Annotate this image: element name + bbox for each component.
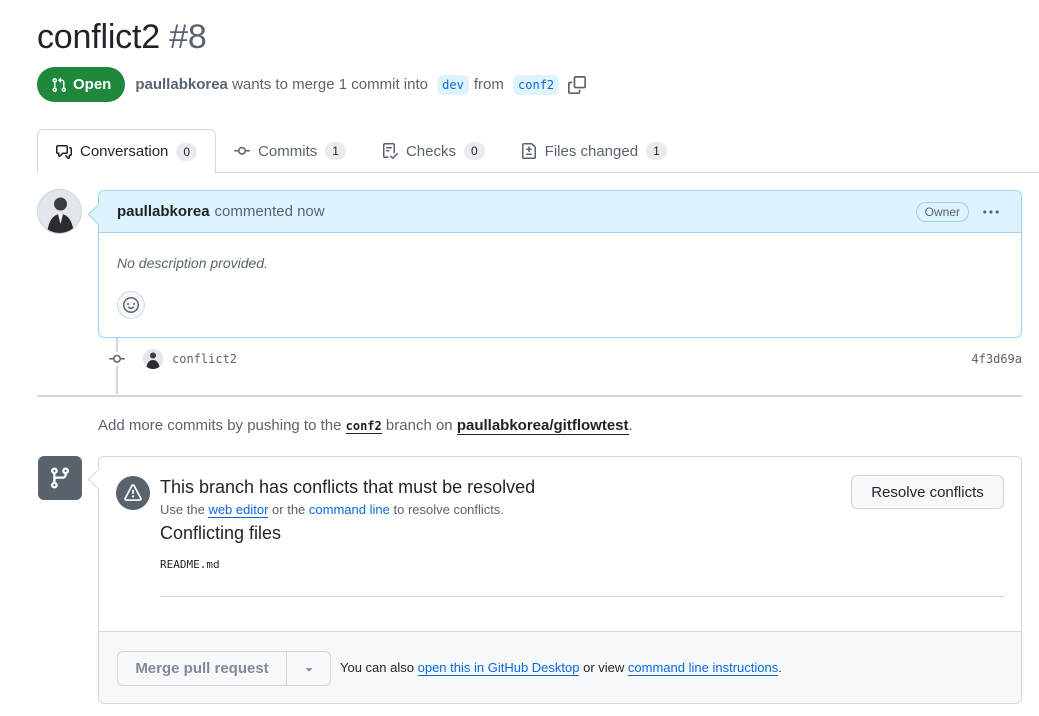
web-editor-link[interactable]: web editor — [208, 502, 269, 518]
tab-counter: 1 — [325, 142, 346, 160]
commit-avatar[interactable] — [143, 349, 163, 369]
from-text: from — [473, 75, 504, 93]
merge-text: wants to merge 1 commit into — [232, 75, 428, 93]
push-hint-text: Add more commits by pushing to the — [98, 417, 342, 434]
timeline-divider — [37, 395, 1022, 397]
conflicting-file: README.md — [160, 558, 220, 571]
add-reaction-button[interactable] — [117, 291, 145, 319]
base-branch[interactable]: dev — [437, 74, 469, 95]
pr-number: #8 — [169, 18, 207, 56]
tab-commits[interactable]: Commits 1 — [216, 129, 364, 173]
pr-title: conflict2 — [37, 18, 160, 56]
merge-footer-plain: or view — [583, 660, 625, 675]
conflict-title: This branch has conflicts that must be r… — [160, 477, 536, 497]
push-hint-text: branch on — [385, 417, 453, 434]
conflict-subtitle: Use the web editor or the command line t… — [160, 502, 505, 518]
page-title: conflict2 #8 — [37, 18, 207, 57]
tab-label: Files changed — [544, 142, 639, 160]
conflict-subtitle-text: to resolve conflicts. — [393, 502, 505, 517]
kebab-horizontal-icon[interactable] — [981, 202, 1001, 222]
pr-tabs: Conversation 0 Commits 1 Checks 0 Files … — [37, 129, 1039, 174]
commit-sha-link[interactable]: 4f3d69a — [971, 352, 1022, 366]
user-photo-icon — [38, 190, 81, 233]
merge-footer-plain: . — [778, 660, 782, 675]
conflict-subtitle-text: or the — [272, 502, 306, 517]
merge-box: This branch has conflicts that must be r… — [98, 456, 1022, 704]
tab-counter: 1 — [646, 142, 667, 160]
pr-meta: Open paullabkorea wants to merge 1 commi… — [37, 67, 587, 102]
comment-discussion-icon — [56, 144, 72, 159]
avatar[interactable] — [37, 189, 82, 234]
tab-counter: 0 — [463, 142, 485, 160]
resolve-conflicts-button[interactable]: Resolve conflicts — [851, 475, 1004, 509]
alert-icon — [116, 476, 150, 510]
tab-conversation[interactable]: Conversation 0 — [37, 129, 217, 174]
github-desktop-link[interactable]: open this in GitHub Desktop — [417, 660, 580, 676]
push-hint-text: . — [628, 417, 633, 434]
user-photo-icon — [143, 349, 163, 369]
merge-footer: Merge pull request You can also open thi… — [99, 631, 1021, 703]
comment-header: paullabkorea commented now Owner — [99, 191, 1021, 233]
author-link[interactable]: paullabkorea — [135, 76, 228, 93]
comment-card: paullabkorea commented now Owner No desc… — [98, 190, 1022, 338]
status-badge: Open — [37, 67, 126, 102]
triangle-down-icon — [305, 667, 312, 672]
git-commit-icon — [108, 352, 126, 366]
command-line-link[interactable]: command line — [309, 502, 390, 517]
merge-summary: paullabkorea wants to merge 1 commit int… — [135, 74, 564, 95]
copy-icon[interactable] — [568, 75, 587, 94]
smiley-icon — [123, 297, 139, 313]
tab-counter: 0 — [176, 142, 198, 161]
comment-body: No description provided. — [117, 255, 268, 271]
tab-label: Conversation — [80, 143, 169, 160]
conflicting-files-heading: Conflicting files — [160, 523, 282, 543]
head-branch[interactable]: conf2 — [513, 74, 560, 95]
git-commit-icon — [234, 146, 251, 155]
command-line-instructions-link[interactable]: command line instructions — [627, 660, 779, 676]
files-divider — [160, 596, 1004, 597]
merge-footer-plain: You can also — [340, 660, 414, 675]
git-branch-icon — [38, 456, 82, 500]
owner-badge: Owner — [915, 202, 969, 222]
push-hint-branch[interactable]: conf2 — [345, 419, 382, 434]
push-hint: Add more commits by pushing to the conf2… — [98, 417, 633, 435]
tab-label: Checks — [405, 142, 456, 160]
status-label: Open — [73, 76, 112, 93]
tab-checks[interactable]: Checks 0 — [364, 129, 503, 173]
merge-options-dropdown[interactable] — [287, 652, 330, 685]
file-diff-icon — [521, 143, 536, 159]
repo-link[interactable]: paullabkorea/gitflowtest — [456, 417, 629, 435]
tab-files-changed[interactable]: Files changed 1 — [503, 129, 685, 173]
git-pull-request-icon — [52, 77, 67, 92]
merge-pull-request-button[interactable]: Merge pull request — [118, 652, 287, 685]
merge-button-group: Merge pull request — [117, 651, 331, 686]
conflict-subtitle-text: Use the — [160, 502, 205, 517]
comment-author[interactable]: paullabkorea — [117, 203, 210, 220]
commit-message-link[interactable]: conflict2 — [172, 352, 237, 366]
merge-footer-text: You can also open this in GitHub Desktop… — [340, 660, 782, 676]
tab-label: Commits — [258, 142, 318, 160]
checklist-icon — [382, 143, 398, 159]
comment-action: commented now — [214, 203, 325, 220]
